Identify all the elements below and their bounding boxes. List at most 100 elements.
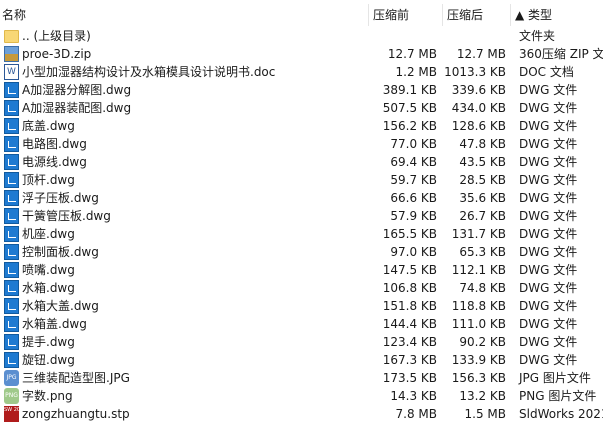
file-row[interactable]: 提手.dwg 123.4 KB 90.2 KB DWG 文件 [0, 333, 603, 351]
file-type: DWG 文件 [519, 353, 578, 367]
size-before: 106.8 KB [382, 281, 437, 295]
size-after: 26.7 KB [459, 209, 506, 223]
file-type: DWG 文件 [519, 227, 578, 241]
file-type: PNG 图片文件 [519, 389, 597, 403]
file-name: 电路图.dwg [22, 137, 87, 151]
size-after: 118.8 KB [451, 299, 506, 313]
size-after: 28.5 KB [459, 173, 506, 187]
file-type: 文件夹 [519, 29, 556, 43]
size-before: 167.3 KB [382, 353, 437, 367]
solidworks-file-icon: SW 2021 [4, 406, 26, 422]
size-after: 339.6 KB [451, 83, 506, 97]
file-type: DWG 文件 [519, 245, 578, 259]
size-before: 389.1 KB [382, 83, 437, 97]
column-name[interactable]: 名称 [0, 4, 368, 26]
file-row[interactable]: A加湿器装配图.dwg 507.5 KB 434.0 KB DWG 文件 [0, 99, 603, 117]
size-after: 12.7 MB [456, 47, 506, 61]
file-name: zongzhuangtu.stp [22, 407, 130, 421]
size-before: 12.7 MB [387, 47, 437, 61]
size-before: 123.4 KB [382, 335, 437, 349]
size-before: 69.4 KB [390, 155, 437, 169]
dwg-file-icon [4, 118, 19, 134]
size-before: 147.5 KB [382, 263, 437, 277]
file-type: DWG 文件 [519, 299, 578, 313]
size-after: 90.2 KB [459, 335, 506, 349]
file-row[interactable]: 干簧管压板.dwg 57.9 KB 26.7 KB DWG 文件 [0, 207, 603, 225]
file-type: SldWorks 2021 [519, 407, 603, 421]
doc-file-icon: W [4, 64, 19, 80]
file-type: DWG 文件 [519, 119, 578, 133]
file-name: 机座.dwg [22, 227, 75, 241]
file-row[interactable]: .. (上级目录) 文件夹 [0, 27, 603, 45]
png-file-icon: PNG [4, 388, 19, 404]
file-name: 水箱.dwg [22, 281, 75, 295]
size-before: 77.0 KB [390, 137, 437, 151]
size-before: 66.6 KB [390, 191, 437, 205]
file-name: 字数.png [22, 389, 73, 403]
file-row[interactable]: proe-3D.zip 12.7 MB 12.7 MB 360压缩 ZIP 文件 [0, 45, 603, 63]
dwg-file-icon [4, 262, 19, 278]
size-after: 131.7 KB [451, 227, 506, 241]
file-row[interactable]: 水箱盖.dwg 144.4 KB 111.0 KB DWG 文件 [0, 315, 603, 333]
jpg-file-icon: JPG [4, 370, 19, 386]
file-type: 360压缩 ZIP 文件 [519, 47, 603, 61]
file-row[interactable]: SW 2021 zongzhuangtu.stp 7.8 MB 1.5 MB S… [0, 405, 603, 423]
dwg-file-icon [4, 352, 19, 368]
dwg-file-icon [4, 82, 19, 98]
size-after: 74.8 KB [459, 281, 506, 295]
dwg-file-icon [4, 244, 19, 260]
dwg-file-icon [4, 280, 19, 296]
file-type: DWG 文件 [519, 281, 578, 295]
file-name: 浮子压板.dwg [22, 191, 99, 205]
size-after: 112.1 KB [451, 263, 506, 277]
file-name: 三维装配造型图.JPG [22, 371, 130, 385]
size-after: 13.2 KB [459, 389, 506, 403]
file-name: 干簧管压板.dwg [22, 209, 111, 223]
file-name: 顶杆.dwg [22, 173, 75, 187]
file-type: DWG 文件 [519, 173, 578, 187]
file-type: DWG 文件 [519, 209, 578, 223]
file-row[interactable]: W 小型加湿器结构设计及水箱模具设计说明书.doc 1.2 MB 1013.3 … [0, 63, 603, 81]
file-name: 小型加湿器结构设计及水箱模具设计说明书.doc [22, 65, 276, 79]
size-before: 156.2 KB [382, 119, 437, 133]
size-before: 57.9 KB [390, 209, 437, 223]
size-after: 434.0 KB [451, 101, 506, 115]
file-row[interactable]: 底盖.dwg 156.2 KB 128.6 KB DWG 文件 [0, 117, 603, 135]
file-type: DWG 文件 [519, 155, 578, 169]
size-after: 1013.3 KB [444, 65, 506, 79]
file-row[interactable]: 顶杆.dwg 59.7 KB 28.5 KB DWG 文件 [0, 171, 603, 189]
file-name: 水箱盖.dwg [22, 317, 87, 331]
file-row[interactable]: A加湿器分解图.dwg 389.1 KB 339.6 KB DWG 文件 [0, 81, 603, 99]
file-row[interactable]: JPG 三维装配造型图.JPG 173.5 KB 156.3 KB JPG 图片… [0, 369, 603, 387]
file-row[interactable]: 机座.dwg 165.5 KB 131.7 KB DWG 文件 [0, 225, 603, 243]
file-name: 水箱大盖.dwg [22, 299, 99, 313]
file-row[interactable]: 喷嘴.dwg 147.5 KB 112.1 KB DWG 文件 [0, 261, 603, 279]
file-row[interactable]: 控制面板.dwg 97.0 KB 65.3 KB DWG 文件 [0, 243, 603, 261]
size-after: 111.0 KB [451, 317, 506, 331]
size-after: 43.5 KB [459, 155, 506, 169]
file-name: proe-3D.zip [22, 47, 92, 61]
size-after: 1.5 MB [464, 407, 506, 421]
file-row[interactable]: PNG 字数.png 14.3 KB 13.2 KB PNG 图片文件 [0, 387, 603, 405]
column-after[interactable]: 压缩后 [442, 4, 510, 26]
file-row[interactable]: 浮子压板.dwg 66.6 KB 35.6 KB DWG 文件 [0, 189, 603, 207]
file-row[interactable]: 水箱大盖.dwg 151.8 KB 118.8 KB DWG 文件 [0, 297, 603, 315]
file-type: DWG 文件 [519, 317, 578, 331]
file-row[interactable]: 水箱.dwg 106.8 KB 74.8 KB DWG 文件 [0, 279, 603, 297]
dwg-file-icon [4, 100, 19, 116]
file-type: DWG 文件 [519, 335, 578, 349]
column-type[interactable]: ▲ 类型 [510, 4, 603, 26]
file-row[interactable]: 电源线.dwg 69.4 KB 43.5 KB DWG 文件 [0, 153, 603, 171]
file-name: A加湿器装配图.dwg [22, 101, 132, 115]
file-type: DWG 文件 [519, 191, 578, 205]
dwg-file-icon [4, 136, 19, 152]
size-before: 144.4 KB [382, 317, 437, 331]
file-list: .. (上级目录) 文件夹 proe-3D.zip 12.7 MB 12.7 M… [0, 27, 603, 423]
file-row[interactable]: 电路图.dwg 77.0 KB 47.8 KB DWG 文件 [0, 135, 603, 153]
dwg-file-icon [4, 154, 19, 170]
file-type: DWG 文件 [519, 263, 578, 277]
column-before[interactable]: 压缩前 [368, 4, 442, 26]
size-before: 165.5 KB [382, 227, 437, 241]
file-row[interactable]: 旋钮.dwg 167.3 KB 133.9 KB DWG 文件 [0, 351, 603, 369]
size-after: 156.3 KB [451, 371, 506, 385]
